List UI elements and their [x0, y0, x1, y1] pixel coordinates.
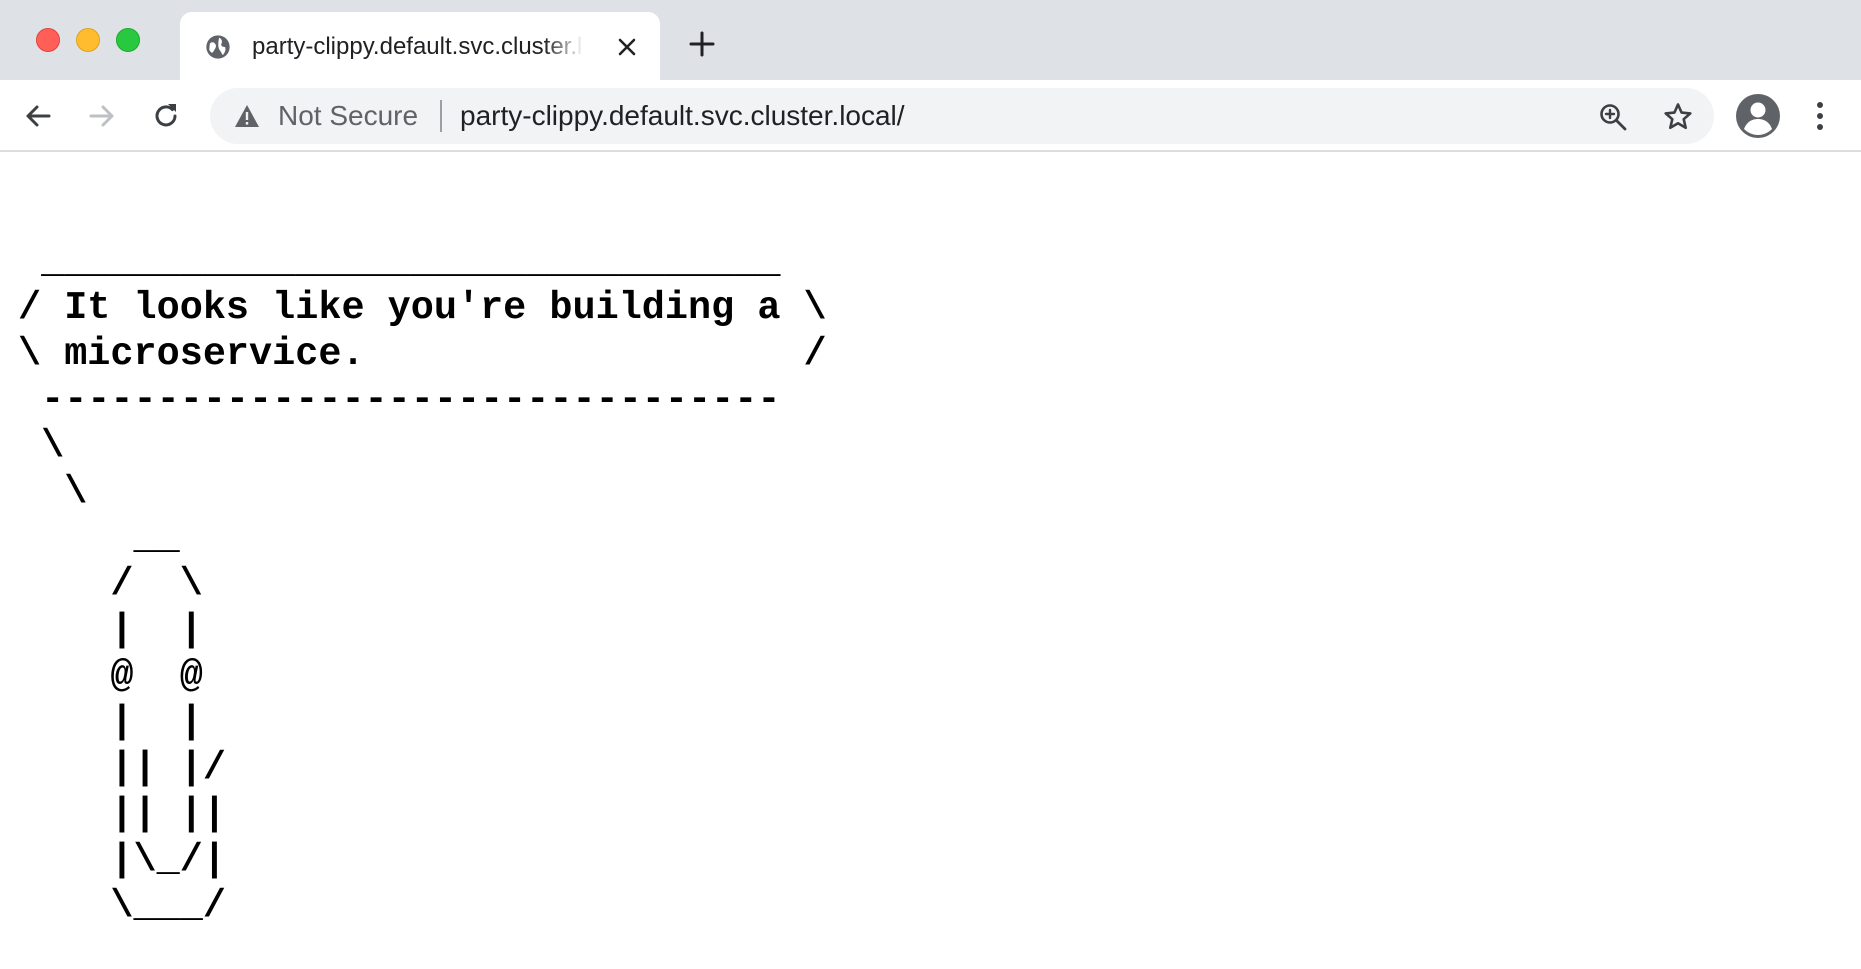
zoom-icon[interactable]	[1598, 102, 1628, 132]
tab-title: party-clippy.default.svc.cluster.local/	[252, 33, 584, 60]
tab-strip: party-clippy.default.svc.cluster.local/	[0, 0, 1861, 80]
browser-toolbar: Not Secure party-clippy.default.svc.clus…	[0, 80, 1861, 152]
profile-avatar-icon[interactable]	[1736, 94, 1780, 138]
new-tab-icon[interactable]	[688, 30, 716, 58]
page-content: ________________________________ / It lo…	[0, 152, 1861, 969]
back-arrow-icon[interactable]	[22, 100, 54, 132]
security-status[interactable]: Not Secure	[278, 101, 418, 131]
window-maximize-button[interactable]	[116, 28, 140, 52]
bookmark-star-icon[interactable]	[1662, 101, 1694, 133]
divider	[440, 100, 442, 132]
clippy-ascii-art: ________________________________ / It lo…	[18, 240, 827, 928]
url-text[interactable]: party-clippy.default.svc.cluster.local/	[460, 101, 905, 131]
forward-arrow-icon[interactable]	[86, 100, 118, 132]
warning-icon[interactable]	[234, 104, 260, 128]
close-tab-icon[interactable]	[616, 36, 638, 58]
reload-icon[interactable]	[150, 100, 182, 132]
more-menu-icon[interactable]	[1808, 98, 1832, 134]
globe-icon	[206, 35, 230, 59]
window-minimize-button[interactable]	[76, 28, 100, 52]
window-close-button[interactable]	[36, 28, 60, 52]
browser-tab[interactable]: party-clippy.default.svc.cluster.local/	[180, 12, 660, 80]
address-bar[interactable]: Not Secure party-clippy.default.svc.clus…	[210, 88, 1714, 144]
